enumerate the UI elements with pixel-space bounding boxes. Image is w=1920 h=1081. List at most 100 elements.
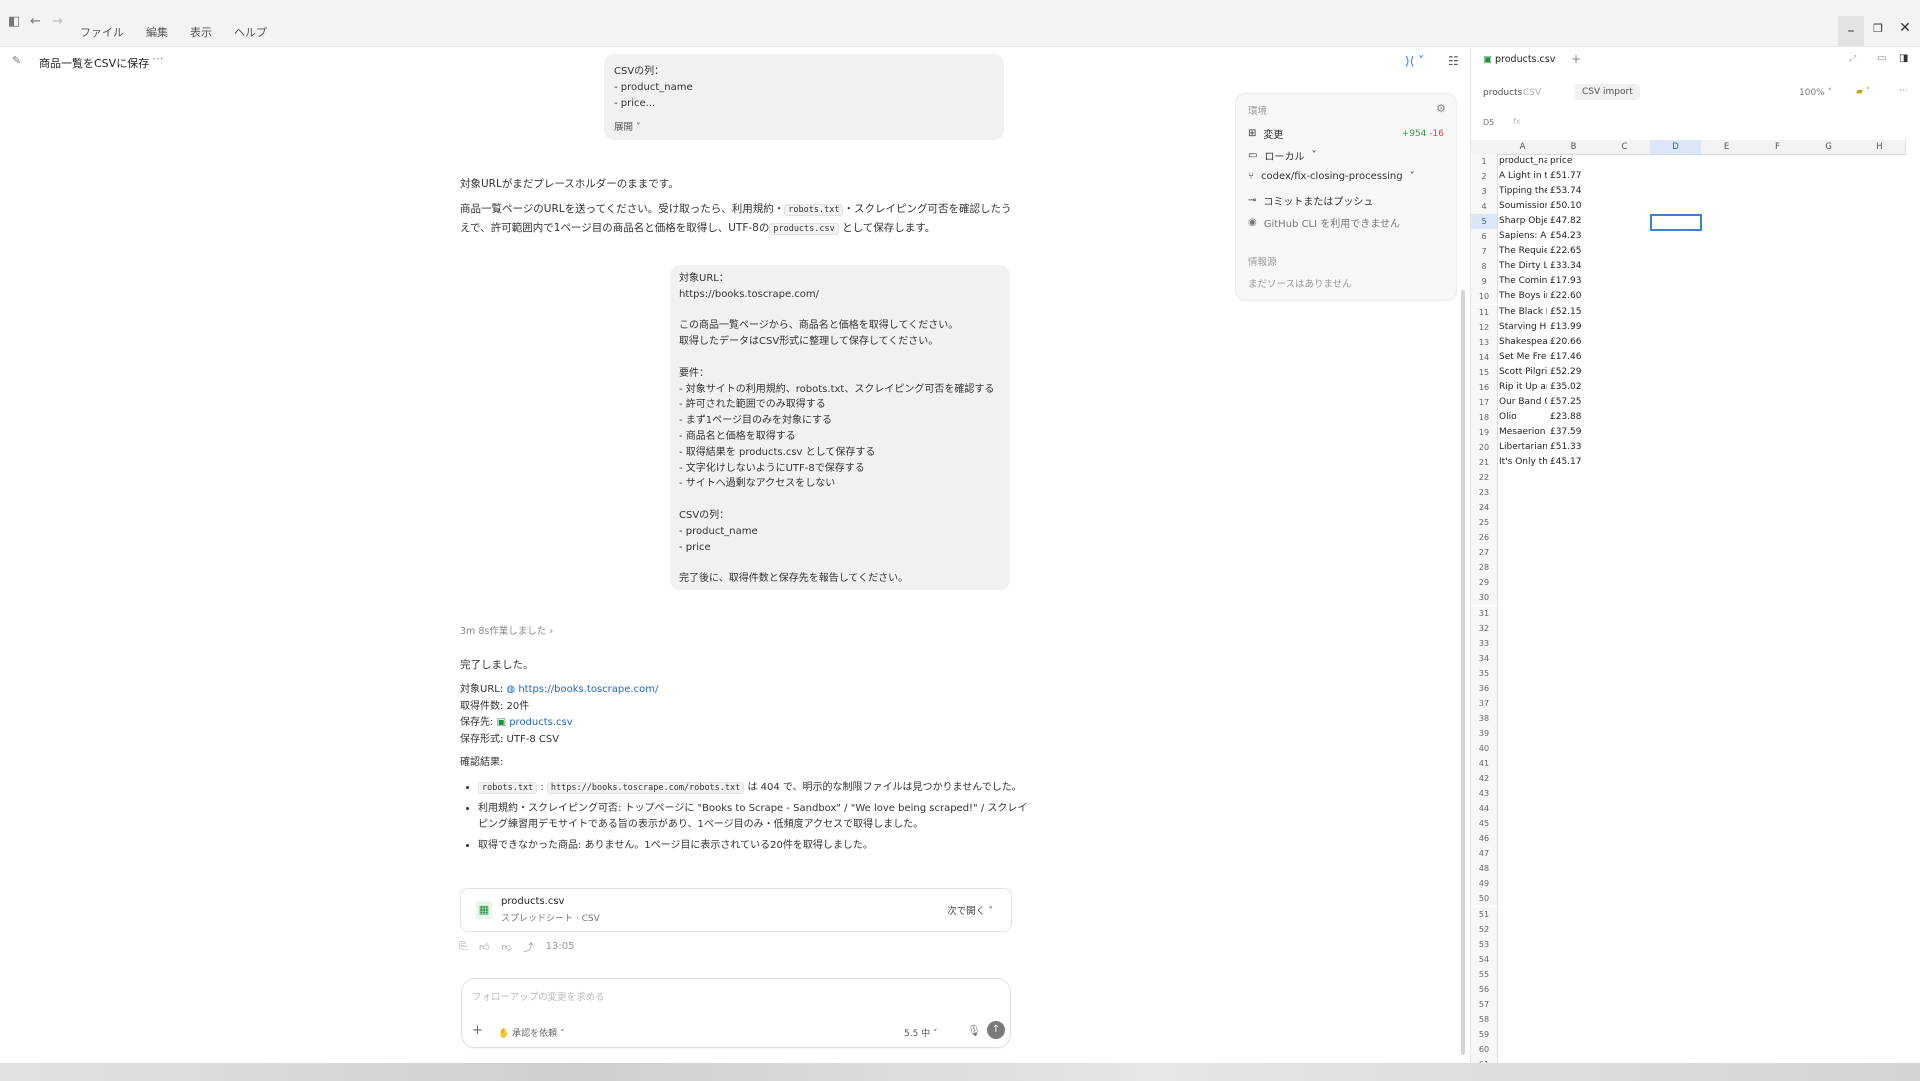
table-cell[interactable]: The Comin xyxy=(1499,274,1547,289)
row-header[interactable]: 3 xyxy=(1471,184,1498,200)
file-card[interactable]: ▦ products.csv スプレッドシート · CSV 次で開く ˅ xyxy=(460,888,1012,932)
row-header[interactable]: 35 xyxy=(1471,665,1498,681)
table-cell[interactable]: Libertarian xyxy=(1499,440,1547,455)
table-cell[interactable]: £37.59 xyxy=(1550,425,1598,440)
row-header[interactable]: 2 xyxy=(1471,169,1498,185)
row-header[interactable]: 22 xyxy=(1471,470,1498,486)
row-header[interactable]: 59 xyxy=(1471,1026,1498,1042)
settings-icon[interactable]: ⚙ xyxy=(1436,102,1446,115)
row-header[interactable]: 18 xyxy=(1471,409,1498,425)
composer-input[interactable]: フォローアップの変更を求める xyxy=(472,989,605,1003)
row-header[interactable]: 44 xyxy=(1471,801,1498,817)
row-header[interactable]: 51 xyxy=(1471,906,1498,922)
menu-file[interactable]: ファイル xyxy=(80,24,124,40)
row-header[interactable]: 31 xyxy=(1471,605,1498,621)
column-header-h[interactable]: H xyxy=(1854,140,1906,155)
table-cell[interactable]: Soumission xyxy=(1499,199,1547,214)
table-cell[interactable]: £17.93 xyxy=(1550,274,1598,289)
open-with-button[interactable]: 次で開く ˅ xyxy=(947,903,993,917)
row-header[interactable]: 25 xyxy=(1471,515,1498,531)
row-header[interactable]: 56 xyxy=(1471,981,1498,997)
vscode-icon[interactable]: ⟩⟨ ˅ xyxy=(1405,54,1424,68)
row-header[interactable]: 53 xyxy=(1471,936,1498,952)
expand-button[interactable]: 展開 ˅ xyxy=(614,120,641,136)
sheet-more-icon[interactable]: ··· xyxy=(1899,86,1908,96)
table-cell[interactable]: Set Me Fre xyxy=(1499,350,1547,365)
row-header[interactable]: 14 xyxy=(1471,349,1498,365)
table-cell[interactable]: The Boys ir xyxy=(1499,289,1547,304)
row-header[interactable]: 34 xyxy=(1471,650,1498,666)
menu-help[interactable]: ヘルプ xyxy=(234,24,267,40)
thumbs-up-icon[interactable]: 👍︎ xyxy=(479,941,489,953)
row-header[interactable]: 13 xyxy=(1471,334,1498,350)
mic-icon[interactable]: 🎙︎ xyxy=(967,1024,981,1037)
row-header[interactable]: 47 xyxy=(1471,846,1498,862)
row-header[interactable]: 29 xyxy=(1471,575,1498,591)
row-header[interactable]: 7 xyxy=(1471,244,1498,260)
row-header[interactable]: 49 xyxy=(1471,876,1498,892)
column-header-c[interactable]: C xyxy=(1599,140,1651,155)
table-cell[interactable]: The Dirty L xyxy=(1499,259,1547,274)
table-cell[interactable]: £13.99 xyxy=(1550,320,1598,335)
sheet-tab[interactable]: ▣ products.csv xyxy=(1483,54,1555,65)
table-cell[interactable]: £51.33 xyxy=(1550,440,1598,455)
row-header[interactable]: 24 xyxy=(1471,500,1498,516)
table-cell[interactable]: £50.10 xyxy=(1550,199,1598,214)
table-cell[interactable]: Our Band C xyxy=(1499,395,1547,410)
table-cell[interactable]: £23.88 xyxy=(1550,410,1598,425)
row-header[interactable]: 40 xyxy=(1471,740,1498,756)
table-cell[interactable]: £54.23 xyxy=(1550,229,1598,244)
table-cell[interactable]: £17.46 xyxy=(1550,350,1598,365)
row-header[interactable]: 45 xyxy=(1471,816,1498,832)
thumbs-down-icon[interactable]: 👎︎ xyxy=(501,941,511,953)
new-tab-icon[interactable]: + xyxy=(1571,52,1581,66)
grid-corner[interactable] xyxy=(1471,140,1498,155)
close-button[interactable]: ✕ xyxy=(1892,20,1918,36)
local-row[interactable]: ▭ ローカル ˅ xyxy=(1248,148,1316,163)
maximize-button[interactable]: ❐ xyxy=(1865,22,1891,35)
minimize-button[interactable]: – xyxy=(1838,16,1864,46)
expand-icon[interactable]: ⤢ xyxy=(1849,54,1856,64)
table-cell[interactable]: £22.60 xyxy=(1550,289,1598,304)
save-file-link[interactable]: products.csv xyxy=(509,717,572,728)
row-header[interactable]: 43 xyxy=(1471,786,1498,802)
row-header[interactable]: 52 xyxy=(1471,921,1498,937)
row-header[interactable]: 17 xyxy=(1471,394,1498,410)
row-header[interactable]: 57 xyxy=(1471,996,1498,1012)
table-cell[interactable]: Scott Pilgri xyxy=(1499,365,1547,380)
model-dropdown[interactable]: 5.5 中 ˅ xyxy=(904,1026,938,1039)
row-header[interactable]: 6 xyxy=(1471,229,1498,245)
row-header[interactable]: 9 xyxy=(1471,274,1498,290)
table-cell[interactable]: product_na xyxy=(1499,154,1547,169)
menu-view[interactable]: 表示 xyxy=(190,24,212,40)
chat-scrollbar[interactable] xyxy=(1461,290,1465,1055)
table-cell[interactable]: Rip it Up ar xyxy=(1499,380,1547,395)
row-header[interactable]: 55 xyxy=(1471,966,1498,982)
row-header[interactable]: 30 xyxy=(1471,590,1498,606)
column-header-g[interactable]: G xyxy=(1803,140,1855,155)
table-cell[interactable]: Mesaerion xyxy=(1499,425,1547,440)
csv-import-button[interactable]: CSV import xyxy=(1575,84,1640,100)
table-cell[interactable]: £53.74 xyxy=(1550,184,1598,199)
menu-edit[interactable]: 編集 xyxy=(146,24,168,40)
table-cell[interactable]: price xyxy=(1550,154,1598,169)
back-icon[interactable]: ← xyxy=(30,14,41,29)
row-header[interactable]: 48 xyxy=(1471,861,1498,877)
row-header[interactable]: 58 xyxy=(1471,1011,1498,1027)
column-header-f[interactable]: F xyxy=(1752,140,1804,155)
row-header[interactable]: 15 xyxy=(1471,364,1498,380)
row-header[interactable]: 33 xyxy=(1471,635,1498,651)
panel-toggle-icon[interactable]: ◨ xyxy=(1899,53,1908,64)
table-cell[interactable]: Starving He xyxy=(1499,320,1547,335)
row-header[interactable]: 41 xyxy=(1471,756,1498,771)
send-button[interactable]: ↑ xyxy=(987,1021,1005,1039)
table-cell[interactable]: It's Only th xyxy=(1499,455,1547,470)
column-header-b[interactable]: B xyxy=(1548,140,1600,155)
table-cell[interactable]: A Light in t xyxy=(1499,169,1547,184)
share-icon[interactable]: ⤴ xyxy=(524,939,534,954)
table-cell[interactable]: £20.66 xyxy=(1550,335,1598,350)
row-header[interactable]: 1 xyxy=(1471,154,1498,169)
row-header[interactable]: 20 xyxy=(1471,439,1498,455)
row-header[interactable]: 23 xyxy=(1471,485,1498,501)
column-header-d[interactable]: D xyxy=(1650,140,1702,155)
